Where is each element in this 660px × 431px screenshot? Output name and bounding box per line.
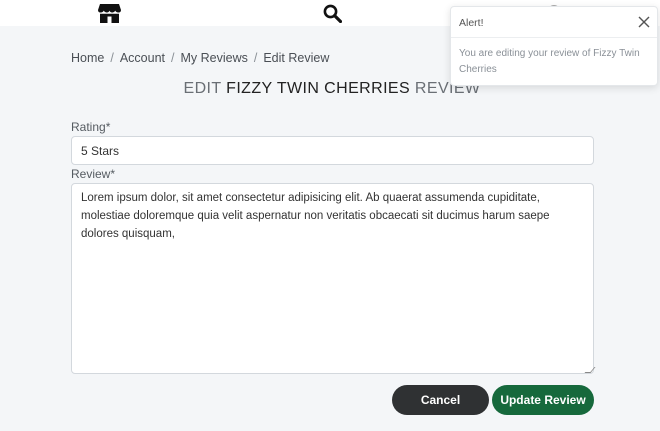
review-label: Review* <box>71 167 116 181</box>
breadcrumb-home[interactable]: Home <box>71 51 104 65</box>
breadcrumb-separator: / <box>110 51 114 65</box>
page-title-prefix: EDIT <box>183 80 222 97</box>
update-review-button[interactable]: Update Review <box>492 385 594 415</box>
close-icon <box>638 16 650 28</box>
rating-input[interactable] <box>71 136 594 165</box>
breadcrumb-my-reviews[interactable]: My Reviews <box>180 51 247 65</box>
review-textarea[interactable]: Lorem ipsum dolor, sit amet consectetur … <box>71 183 594 374</box>
store-icon[interactable] <box>98 4 121 23</box>
breadcrumb-separator: / <box>171 51 175 65</box>
alert-title: Alert! <box>459 17 484 29</box>
alert-toast: Alert! You are editing your review of Fi… <box>450 6 658 86</box>
breadcrumb-current: Edit Review <box>263 51 330 65</box>
breadcrumb: Home / Account / My Reviews / Edit Review <box>71 51 329 65</box>
search-icon[interactable] <box>323 4 342 23</box>
close-button[interactable] <box>636 14 652 30</box>
breadcrumb-account[interactable]: Account <box>120 51 165 65</box>
rating-label: Rating* <box>71 120 111 134</box>
alert-header: Alert! <box>451 7 657 38</box>
breadcrumb-separator: / <box>253 51 258 65</box>
cancel-button[interactable]: Cancel <box>392 385 489 415</box>
alert-message: You are editing your review of Fizzy Twi… <box>459 48 640 75</box>
product-name: FIZZY TWIN CHERRIES <box>226 80 411 97</box>
